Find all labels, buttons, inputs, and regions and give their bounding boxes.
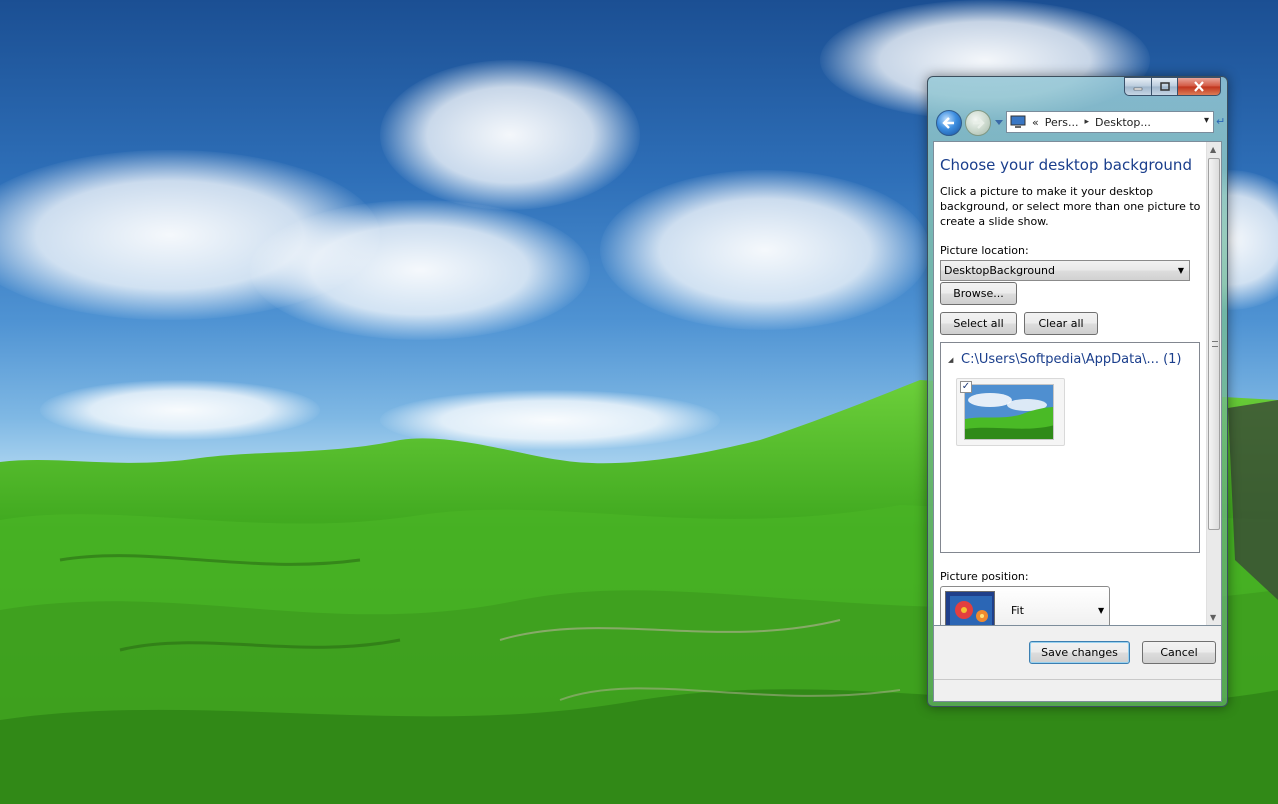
position-preview-thumbnail <box>945 591 995 625</box>
dialog-footer: Save changes Cancel <box>933 626 1222 702</box>
maximize-button[interactable] <box>1151 77 1177 96</box>
breadcrumb-desktop-background[interactable]: Desktop... <box>1095 116 1151 129</box>
computer-icon <box>1010 115 1026 128</box>
scroll-up-icon[interactable]: ▲ <box>1210 145 1216 154</box>
picture-list[interactable]: ◢ C:\Users\Softpedia\AppData\... (1) ✓ <box>940 342 1200 553</box>
collapse-group-icon[interactable]: ◢ <box>948 356 953 364</box>
chevron-down-icon: ▼ <box>1177 266 1184 275</box>
back-arrow-icon <box>942 117 954 129</box>
select-all-button[interactable]: Select all <box>940 312 1017 335</box>
address-chevrons[interactable]: « <box>1032 116 1039 129</box>
clear-all-button[interactable]: Clear all <box>1024 312 1098 335</box>
picture-position-value: Fit <box>1011 604 1024 617</box>
scrollbar-grip-icon <box>1212 341 1218 347</box>
browse-button[interactable]: Browse... <box>940 282 1017 305</box>
personalization-window: « Pers... ▸ Desktop... ▾ ↵ Choose your d… <box>927 76 1228 707</box>
status-bar <box>934 679 1221 701</box>
minimize-icon <box>1133 87 1143 90</box>
forward-button[interactable] <box>965 110 991 136</box>
picture-location-value: DesktopBackground <box>944 264 1055 277</box>
page-title: Choose your desktop background <box>940 156 1192 174</box>
scroll-down-icon[interactable]: ▼ <box>1210 613 1216 622</box>
picture-location-label: Picture location: <box>940 244 1029 257</box>
recent-pages-dropdown-icon[interactable] <box>994 119 1004 127</box>
minimize-button[interactable] <box>1124 77 1151 96</box>
address-dropdown-icon[interactable]: ▾ <box>1204 115 1209 126</box>
back-button[interactable] <box>936 110 962 136</box>
save-changes-button[interactable]: Save changes <box>1029 641 1130 664</box>
chevron-down-icon: ▼ <box>1098 606 1105 615</box>
picture-checkbox[interactable]: ✓ <box>960 381 972 393</box>
navigation-bar: « Pers... ▸ Desktop... ▾ ↵ <box>934 107 1226 139</box>
address-bar[interactable]: « Pers... ▸ Desktop... ▾ <box>1006 111 1214 133</box>
forward-arrow-icon <box>973 117 985 129</box>
maximize-icon <box>1159 81 1170 91</box>
breadcrumb-personalization[interactable]: Pers... <box>1045 116 1079 129</box>
page-description: Click a picture to make it your desktop … <box>940 185 1201 228</box>
wallpaper-thumbnail <box>964 384 1054 440</box>
picture-location-select[interactable]: DesktopBackground ▼ <box>940 260 1190 281</box>
refresh-icon[interactable]: ↵ <box>1216 113 1226 131</box>
picture-group-header[interactable]: C:\Users\Softpedia\AppData\... (1) <box>961 352 1182 367</box>
breadcrumb-separator-icon[interactable]: ▸ <box>1085 117 1090 127</box>
close-button[interactable] <box>1177 77 1221 96</box>
close-icon <box>1194 81 1204 92</box>
cancel-button[interactable]: Cancel <box>1142 641 1216 664</box>
scrollbar-thumb[interactable] <box>1208 158 1220 530</box>
vertical-scrollbar[interactable]: ▲ ▼ <box>1206 142 1221 625</box>
picture-thumbnail-item[interactable]: ✓ <box>956 378 1065 446</box>
picture-position-select[interactable]: Fit ▼ <box>940 586 1110 625</box>
content-pane: Choose your desktop background Click a p… <box>933 141 1222 626</box>
picture-position-label: Picture position: <box>940 570 1029 583</box>
caption-buttons <box>1124 77 1221 96</box>
